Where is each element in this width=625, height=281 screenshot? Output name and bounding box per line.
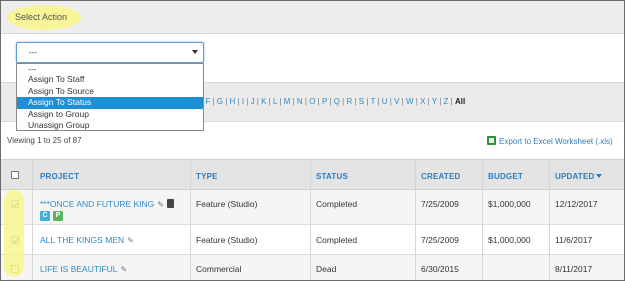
header-created[interactable]: CREATED: [421, 172, 460, 181]
table-row[interactable]: LIFE IS BEAUTIFUL ✎ Commercial Dead 6/30/201…: [1, 255, 624, 280]
header-project[interactable]: PROJECT: [40, 172, 79, 181]
dropdown-option[interactable]: Assign To Staff: [17, 74, 203, 86]
column-divider: [482, 159, 483, 280]
project-link[interactable]: ALL THE KINGS MEN ✎: [40, 235, 134, 245]
project-status: Completed: [316, 199, 358, 209]
dropdown-option[interactable]: Assign To Source: [17, 86, 203, 98]
select-all-checkbox[interactable]: [11, 171, 19, 179]
column-divider: [190, 159, 191, 280]
export-excel-link[interactable]: Export to Excel Worksheet (.xls): [487, 136, 613, 146]
pencil-icon[interactable]: ✎: [127, 236, 134, 245]
header-status[interactable]: STATUS: [316, 172, 348, 181]
table-row[interactable]: ***ONCE AND FUTURE KING ✎ Feature (Studio)…: [1, 190, 624, 225]
excel-icon: [487, 136, 496, 145]
tag-badge[interactable]: C: [40, 211, 50, 221]
alpha-all-link[interactable]: All: [455, 97, 465, 106]
highlight-annotation: [4, 190, 24, 277]
project-status: Dead: [316, 264, 337, 274]
project-status: Completed: [316, 235, 358, 245]
action-bar: Select Action: [1, 1, 624, 34]
column-divider: [310, 159, 311, 280]
project-updated: 8/11/2017: [555, 264, 593, 274]
project-type: Commercial: [196, 264, 242, 274]
project-updated: 12/12/2017: [555, 199, 598, 209]
project-name: ***ONCE AND FUTURE KING: [40, 199, 155, 209]
action-select[interactable]: ---: [16, 42, 204, 63]
pencil-icon[interactable]: ✎: [120, 265, 127, 274]
project-type: Feature (Studio): [196, 235, 258, 245]
chevron-down-icon: [192, 50, 198, 54]
project-name: LIFE IS BEAUTIFUL: [40, 264, 118, 274]
window-frame: Select Action --- | F | G | H | I | J | …: [0, 0, 625, 281]
project-created: 7/25/2009: [421, 235, 459, 245]
tag-badge[interactable]: P: [53, 211, 63, 221]
project-updated: 11/6/2017: [555, 235, 593, 245]
project-name: ALL THE KINGS MEN: [40, 235, 125, 245]
project-created: 6/30/2015: [421, 264, 459, 274]
dropdown-option[interactable]: ---: [17, 64, 203, 74]
header-updated-label: UPDATED: [555, 172, 595, 181]
header-budget[interactable]: BUDGET: [488, 172, 523, 181]
alpha-letter-link[interactable]: W: [406, 97, 414, 106]
alpha-filter: | F | G | H | I | J | K | L | M | N | O …: [201, 97, 465, 106]
column-divider: [415, 159, 416, 280]
project-type: Feature (Studio): [196, 199, 258, 209]
document-icon[interactable]: [167, 199, 174, 208]
project-created: 7/25/2009: [421, 199, 459, 209]
project-link[interactable]: ***ONCE AND FUTURE KING ✎: [40, 199, 174, 209]
column-divider: [549, 159, 550, 280]
action-dropdown-list[interactable]: --- Assign To Staff Assign To Source Assign…: [16, 63, 204, 131]
viewing-count: Viewing 1 to 25 of 87: [7, 136, 82, 145]
header-updated[interactable]: UPDATED: [555, 172, 603, 181]
project-budget: $1,000,000: [488, 199, 531, 209]
dropdown-option[interactable]: Assign to Group: [17, 109, 203, 121]
action-select-value: ---: [29, 48, 37, 57]
project-link[interactable]: LIFE IS BEAUTIFUL ✎: [40, 264, 127, 274]
dropdown-option[interactable]: Assign To Status: [17, 97, 203, 109]
table-header: PROJECT TYPE STATUS CREATED BUDGET UPDAT…: [1, 159, 624, 190]
column-divider: [32, 159, 33, 280]
pencil-icon[interactable]: ✎: [157, 200, 164, 209]
header-type[interactable]: TYPE: [196, 172, 218, 181]
sort-desc-icon: [596, 174, 603, 178]
table-row[interactable]: ALL THE KINGS MEN ✎ Feature (Studio) Comple…: [1, 225, 624, 255]
export-label: Export to Excel Worksheet (.xls): [499, 137, 613, 146]
dropdown-option[interactable]: Unassign Group: [17, 120, 203, 132]
project-budget: $1,000,000: [488, 235, 531, 245]
select-action-title: Select Action: [15, 12, 68, 22]
